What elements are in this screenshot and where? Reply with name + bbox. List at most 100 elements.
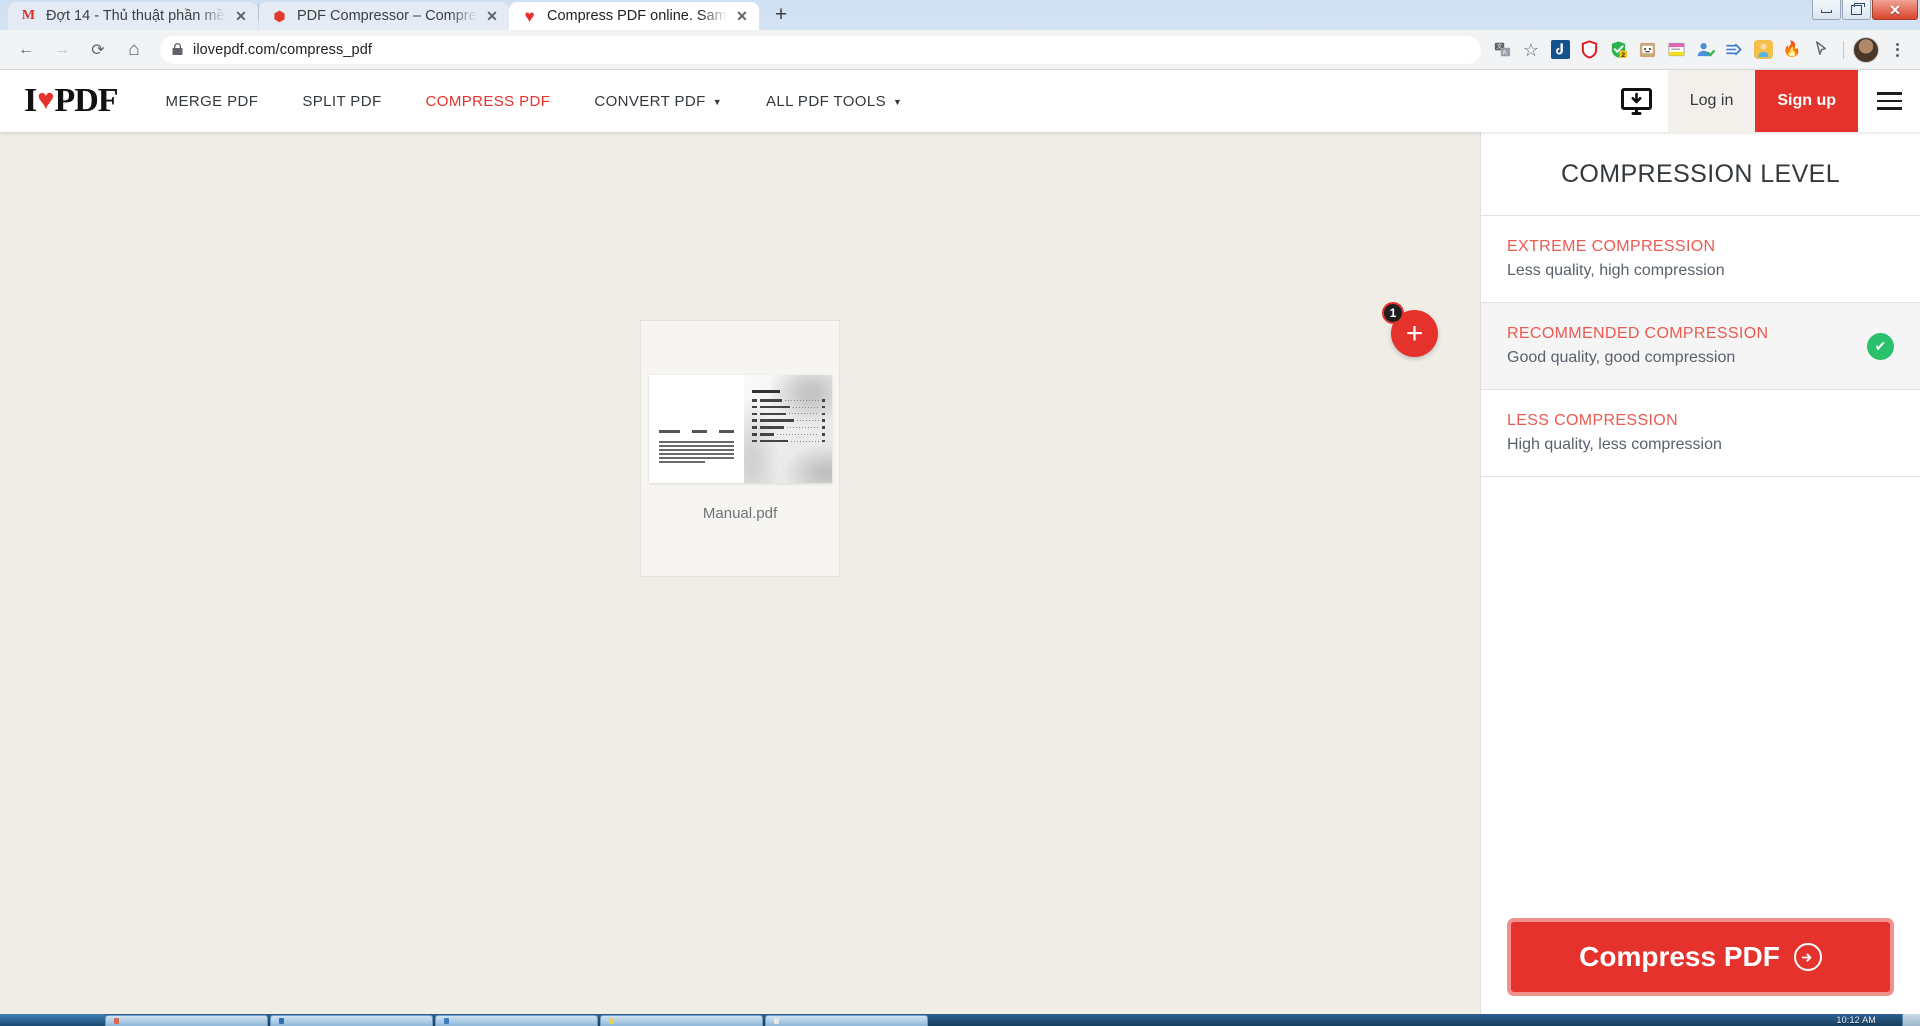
option-subtitle: Less quality, high compression	[1507, 262, 1725, 279]
ilovepdf-heart-icon: ♥	[524, 6, 535, 26]
compress-button-label: Compress PDF	[1579, 941, 1780, 972]
taskbar-item-2[interactable]	[270, 1015, 433, 1026]
taskbar-clock[interactable]: 10:12 AM	[1836, 1014, 1902, 1026]
show-desktop-button[interactable]	[1902, 1014, 1920, 1026]
new-tab-button[interactable]: +	[767, 1, 795, 29]
selected-check-icon: ✔	[1867, 332, 1894, 360]
translate-icon[interactable]: 文A	[1489, 37, 1515, 63]
desktop-download-icon[interactable]	[1606, 70, 1668, 132]
taskbar-item-3[interactable]	[435, 1015, 598, 1026]
idm-extension-icon[interactable]	[1547, 37, 1573, 63]
header-right-actions: Log in Sign up	[1606, 70, 1920, 132]
address-bar-url: ilovepdf.com/compress_pdf	[193, 41, 372, 58]
nav-compress-pdf[interactable]: COMPRESS PDF	[404, 70, 573, 132]
nav-label: ALL PDF TOOLS	[766, 92, 887, 110]
taskbar-item-4[interactable]	[600, 1015, 763, 1026]
nav-all-pdf-tools[interactable]: ALL PDF TOOLS ▼	[744, 70, 924, 132]
page-viewport: I ♥ PDF MERGE PDF SPLIT PDF COMPRESS PDF C…	[0, 70, 1920, 1026]
forward-button[interactable]: →	[46, 34, 78, 66]
gmail-icon: M	[21, 8, 36, 23]
option-subtitle: Good quality, good compression	[1507, 349, 1736, 366]
game-extension-icon[interactable]	[1750, 37, 1776, 63]
clipboard-extension-icon[interactable]	[1634, 37, 1660, 63]
svg-text:2: 2	[1621, 52, 1625, 59]
sidebar-title: COMPRESSION LEVEL	[1481, 132, 1920, 216]
window-controls: ✕	[1812, 0, 1920, 21]
logo-heart-icon: ♥	[37, 83, 54, 116]
tab-title: PDF Compressor – Compress PDF	[297, 8, 477, 24]
logo-text-suffix: PDF	[54, 82, 118, 119]
fast-forward-extension-icon[interactable]	[1721, 37, 1747, 63]
option-subtitle: High quality, less compression	[1507, 436, 1722, 453]
antivirus-check-icon[interactable]: 2	[1605, 37, 1631, 63]
extension-toolbar: 文A ☆ 2 🔥	[1489, 36, 1910, 63]
restore-button[interactable]	[1842, 0, 1871, 20]
ilovepdf-logo[interactable]: I ♥ PDF	[0, 70, 144, 132]
tab-strip: M Đợt 14 - Thủ thuật phần mềm - n ✕ ⬢ PD…	[0, 0, 1920, 30]
taskbar-item-1[interactable]	[105, 1015, 268, 1026]
option-title: LESS COMPRESSION	[1507, 412, 1678, 429]
logo-text-prefix: I	[24, 82, 37, 119]
tab-close-icon[interactable]: ✕	[232, 7, 250, 25]
signup-button[interactable]: Sign up	[1755, 70, 1858, 132]
home-button[interactable]: ⌂	[118, 34, 150, 66]
taskbar-empty-area	[930, 1014, 1836, 1026]
fire-extension-icon[interactable]: 🔥	[1779, 37, 1805, 63]
back-button[interactable]: ←	[10, 34, 42, 66]
page-body: Manual.pdf + 1 COMPRESSION LEVEL EXTREME…	[0, 132, 1920, 1026]
reload-button[interactable]: ⟳	[82, 34, 114, 66]
option-title: RECOMMENDED COMPRESSION	[1507, 325, 1769, 342]
address-bar[interactable]: ilovepdf.com/compress_pdf	[160, 35, 1481, 64]
login-button[interactable]: Log in	[1667, 70, 1756, 132]
thumbnail-page-right	[743, 375, 832, 483]
cursor-extension-icon[interactable]	[1808, 37, 1834, 63]
browser-tab-2[interactable]: ⬢ PDF Compressor – Compress PDF ✕	[259, 2, 509, 30]
pdf-thumbnail	[648, 375, 832, 483]
file-workspace: Manual.pdf + 1	[0, 132, 1480, 1026]
tab-close-icon[interactable]: ✕	[733, 7, 751, 25]
contacts-extension-icon[interactable]	[1692, 37, 1718, 63]
profile-avatar[interactable]	[1853, 36, 1879, 63]
option-less-compression[interactable]: LESS COMPRESSION High quality, less comp…	[1481, 390, 1920, 477]
browser-tab-1[interactable]: M Đợt 14 - Thủ thuật phần mềm - n ✕	[8, 2, 258, 30]
thumbnail-table-of-contents	[752, 390, 826, 446]
tab-close-icon[interactable]: ✕	[483, 7, 501, 25]
close-button[interactable]: ✕	[1872, 0, 1918, 20]
os-taskbar: 10:12 AM	[0, 1014, 1920, 1026]
thumbnail-body-lines	[658, 441, 734, 465]
minimize-button[interactable]	[1812, 0, 1841, 20]
start-button[interactable]	[0, 1014, 105, 1026]
browser-toolbar: ← → ⟳ ⌂ ilovepdf.com/compress_pdf 文A ☆ 2	[0, 30, 1920, 70]
pdf-compressor-icon: ⬢	[273, 8, 286, 24]
thumbnail-page-left	[649, 375, 744, 483]
chrome-menu-button[interactable]	[1884, 42, 1910, 57]
pdf-file-name: Manual.pdf	[702, 505, 778, 522]
compress-action-area: Compress PDF	[1481, 918, 1920, 1026]
notes-extension-icon[interactable]	[1663, 37, 1689, 63]
thumbnail-title-row	[658, 430, 734, 433]
svg-text:A: A	[1502, 51, 1506, 57]
nav-label: COMPRESS PDF	[425, 92, 551, 110]
site-header: I ♥ PDF MERGE PDF SPLIT PDF COMPRESS PDF C…	[0, 70, 1920, 132]
option-extreme-compression[interactable]: EXTREME COMPRESSION Less quality, high c…	[1481, 216, 1920, 303]
pdf-file-card[interactable]: Manual.pdf	[640, 320, 840, 577]
browser-window: M Đợt 14 - Thủ thuật phần mềm - n ✕ ⬢ PD…	[0, 0, 1920, 1026]
chevron-down-icon: ▼	[893, 97, 903, 107]
browser-tab-3[interactable]: ♥ Compress PDF online. Same PDF ✕	[509, 2, 759, 30]
compression-sidebar: COMPRESSION LEVEL EXTREME COMPRESSION Le…	[1480, 132, 1920, 1026]
nav-merge-pdf[interactable]: MERGE PDF	[144, 70, 281, 132]
nav-convert-pdf[interactable]: CONVERT PDF ▼	[572, 70, 744, 132]
option-recommended-compression[interactable]: RECOMMENDED COMPRESSION Good quality, go…	[1481, 303, 1920, 390]
nav-split-pdf[interactable]: SPLIT PDF	[280, 70, 403, 132]
tab-title: Đợt 14 - Thủ thuật phần mềm - n	[46, 8, 226, 24]
file-count-badge: 1	[1382, 302, 1404, 324]
option-title: EXTREME COMPRESSION	[1507, 238, 1716, 255]
chevron-down-icon: ▼	[712, 97, 723, 107]
hamburger-menu-icon[interactable]	[1858, 70, 1920, 132]
compress-pdf-button[interactable]: Compress PDF	[1507, 918, 1894, 996]
nav-label: SPLIT PDF	[302, 92, 382, 110]
bookmark-star-icon[interactable]: ☆	[1518, 37, 1544, 63]
taskbar-item-5[interactable]	[765, 1015, 928, 1026]
adblock-shield-icon[interactable]	[1576, 37, 1602, 63]
